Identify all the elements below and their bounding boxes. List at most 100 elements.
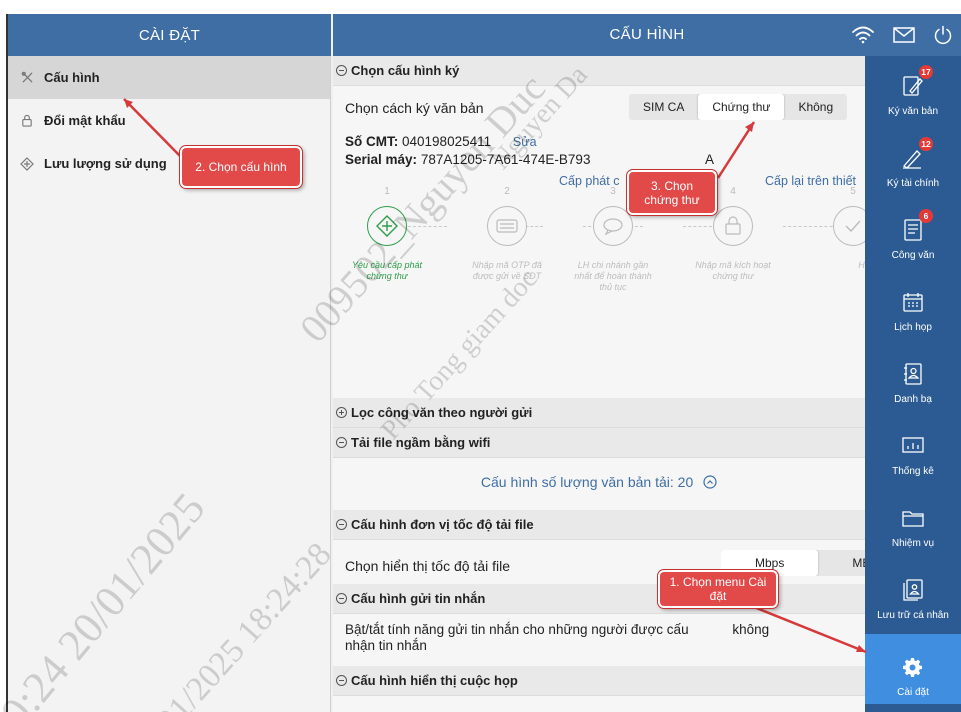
section-title: Lọc công văn theo người gửi <box>351 405 533 420</box>
nav-label: Ký tài chính <box>886 178 940 189</box>
sign-config-body: Chọn cách ký văn bản SIM CA Chứng thư Kh… <box>333 86 865 398</box>
power-icon[interactable] <box>933 25 953 45</box>
step-keyboard-icon <box>487 206 527 246</box>
step-label: Yêu cầu cấp phát chứng thư <box>351 260 423 281</box>
config-panel: Chọn cấu hình ký Chọn cách ký văn bản SI… <box>333 56 865 712</box>
cmt-value: 040198025411 <box>402 134 492 149</box>
statistics-icon <box>900 432 926 460</box>
nav-label: Danh bạ <box>894 394 932 405</box>
nav-label: Lưu trữ cá nhân <box>877 610 949 621</box>
data-usage-icon <box>20 156 34 171</box>
settings-gear-icon <box>900 653 926 681</box>
step-number: 1 <box>384 186 390 197</box>
sign-document-icon: 17 <box>900 65 933 100</box>
step-request-icon[interactable] <box>367 206 407 246</box>
section-sms[interactable]: Cấu hình gửi tin nhắn <box>333 584 865 614</box>
nav-label: Thống kê <box>892 466 934 477</box>
section-title: Cấu hình gửi tin nhắn <box>351 591 486 606</box>
section-filter-sender[interactable]: Lọc công văn theo người gửi <box>333 398 865 428</box>
expand-icon <box>336 407 347 418</box>
section-title: Tải file ngầm bằng wifi <box>351 435 491 450</box>
sign-method-label: Chọn cách ký văn bản <box>345 100 484 116</box>
step-number: 5 <box>850 186 856 197</box>
section-speed-unit[interactable]: Cấu hình đơn vị tốc độ tải file <box>333 510 865 540</box>
nav-label: Nhiệm vụ <box>891 538 935 549</box>
main-nav-rail: 17 Ký văn bản 12 Ký tài chính 6 Công văn… <box>865 56 961 712</box>
callout-step-1: 1. Chọn menu Cài đặt <box>658 570 778 608</box>
sms-text-c: nhận tin nhắn <box>345 638 427 653</box>
section-title: Cấu hình đơn vị tốc độ tải file <box>351 517 534 532</box>
nav-documents[interactable]: 6 Công văn <box>865 202 961 267</box>
settings-header: CÀI ĐẶT <box>8 14 331 56</box>
sidebar-item-label: Lưu lượng sử dụng <box>44 156 167 171</box>
nav-label: Công văn <box>891 250 935 261</box>
option-none[interactable]: Không <box>784 94 847 120</box>
download-count-text: Cấu hình số lượng văn bản tải: 20 <box>480 474 694 490</box>
sms-text-b: không <box>732 622 770 637</box>
option-sim-ca[interactable]: SIM CA <box>629 94 698 120</box>
settings-title: CÀI ĐẶT <box>138 26 201 44</box>
tools-icon <box>20 71 34 85</box>
callout-step-3: 3. Chọn chứng thư <box>627 170 717 215</box>
badge-count: 17 <box>919 65 933 79</box>
nav-settings[interactable]: Cài đặt <box>865 634 961 704</box>
section-title: Cấu hình hiển thị cuộc họp <box>351 673 518 688</box>
collapse-icon <box>336 437 347 448</box>
section-meeting-display[interactable]: Cấu hình hiển thị cuộc họp <box>333 666 865 696</box>
sms-body: Bật/tắt tính năng gửi tin nhắn cho những… <box>333 614 865 666</box>
badge-count: 12 <box>919 137 933 151</box>
folder-icon <box>900 504 926 532</box>
step-check-icon <box>833 206 865 246</box>
option-mb[interactable]: MB <box>818 550 865 576</box>
sidebar-item-change-password[interactable]: Đổi mật khẩu <box>8 99 330 142</box>
section-title: Chọn cấu hình ký <box>351 63 460 78</box>
chevron-up-icon <box>703 475 717 492</box>
personal-storage-icon <box>900 576 926 604</box>
cmt-label: Số CMT: <box>345 134 399 149</box>
download-count-setting[interactable]: Cấu hình số lượng văn bản tải: 20 <box>333 474 865 492</box>
callout-step-2: 2. Chọn cấu hình <box>180 146 302 188</box>
nav-meeting-calendar[interactable]: Lịch họp <box>865 274 961 339</box>
step-lock-icon <box>713 206 753 246</box>
nav-personal-storage[interactable]: Lưu trữ cá nhân <box>865 562 961 627</box>
nav-label: Cài đặt <box>897 687 929 698</box>
nav-label: Lịch họp <box>894 322 932 333</box>
contacts-icon <box>900 360 926 388</box>
sidebar-item-config[interactable]: Cấu hình <box>8 56 330 99</box>
nav-label: Ký văn bản <box>887 106 939 117</box>
serial-value: 787A1205-7A61-474E-B793 <box>420 152 591 167</box>
nav-contacts[interactable]: Danh bạ <box>865 346 961 411</box>
nav-statistics[interactable]: Thống kê <box>865 418 961 483</box>
cmt-row: Số CMT: 040198025411 Sửa <box>345 134 537 149</box>
section-wifi-download[interactable]: Tải file ngầm bằng wifi <box>333 428 865 458</box>
document-icon: 6 <box>900 209 933 244</box>
certificate-steps: 1 Yêu cầu cấp phát chứng thư 2 Nhập mã O… <box>333 186 865 342</box>
serial-tail: A <box>705 152 715 167</box>
sms-description: Bật/tắt tính năng gửi tin nhắn cho những… <box>345 622 865 654</box>
serial-label: Serial máy: <box>345 152 418 167</box>
step-label: Nhập mã kích hoạt chứng thư <box>695 260 771 281</box>
collapse-icon <box>336 519 347 530</box>
collapse-icon <box>336 593 347 604</box>
mail-icon[interactable] <box>893 27 915 43</box>
wifi-icon[interactable] <box>851 25 875 45</box>
wifi-download-body: Cấu hình số lượng văn bản tải: 20 <box>333 458 865 510</box>
sign-method-selector: SIM CA Chứng thư Không <box>629 94 848 120</box>
speed-unit-body: Chọn hiển thị tốc độ tải file Mbps MB <box>333 540 865 584</box>
step-number: 2 <box>504 186 510 197</box>
edit-cmt-link[interactable]: Sửa <box>513 135 537 149</box>
sign-finance-icon: 12 <box>900 137 933 172</box>
header-icons <box>851 14 953 56</box>
nav-sign-documents[interactable]: 17 Ký văn bản <box>865 58 961 123</box>
nav-tasks[interactable]: Nhiệm vụ <box>865 490 961 555</box>
step-label: LH chi nhánh gần nhất để hoàn thành thủ … <box>574 260 652 292</box>
sidebar-item-label: Cấu hình <box>44 70 100 85</box>
nav-sign-finance[interactable]: 12 Ký tài chính <box>865 130 961 195</box>
option-certificate[interactable]: Chứng thư <box>698 94 785 120</box>
app-frame: CÀI ĐẶT CẤU HÌNH Cấu hình Đổi mật khẩu L… <box>6 14 961 712</box>
section-sign-config[interactable]: Chọn cấu hình ký <box>333 56 865 86</box>
collapse-icon <box>336 65 347 76</box>
lock-icon <box>20 114 34 128</box>
config-header: CẤU HÌNH <box>333 14 961 56</box>
speed-unit-label: Chọn hiển thị tốc độ tải file <box>345 558 510 574</box>
